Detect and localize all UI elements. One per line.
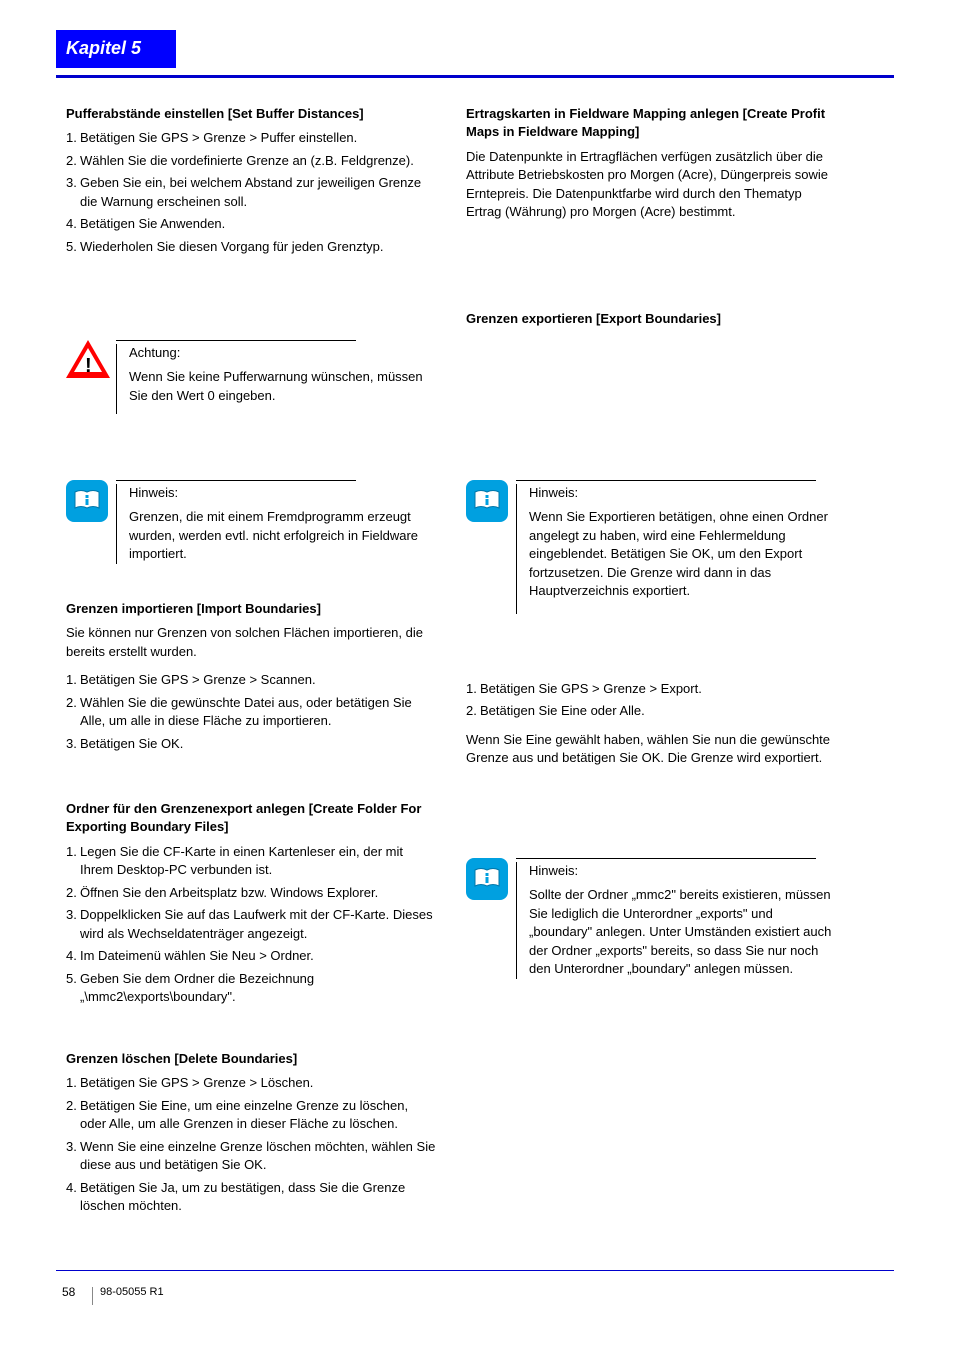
list-item: 2.Wählen Sie die vordefinierte Grenze an…: [66, 152, 436, 170]
list-create-folder: 1.Legen Sie die CF-Karte in einen Karten…: [66, 843, 436, 1007]
import-intro: Sie können nur Grenzen von solchen Fläch…: [66, 624, 436, 661]
note-callout-export: Hinweis: Wenn Sie Exportieren betätigen,…: [466, 480, 836, 614]
section-title-export: Grenzen exportieren [Export Boundaries]: [466, 310, 836, 328]
footer-doc-id: 98-05055 R1: [100, 1285, 164, 1301]
chapter-label: Kapitel 5: [66, 36, 141, 62]
list-export: 1.Betätigen Sie GPS > Grenze > Export. 2…: [466, 680, 836, 721]
section-title-set-buffers: Pufferabstände einstellen [Set Buffer Di…: [66, 105, 436, 123]
section-title-profitmaps: Ertragskarten in Fieldware Mapping anleg…: [466, 105, 836, 142]
list-item: 3.Geben Sie ein, bei welchem Abstand zur…: [66, 174, 436, 211]
book-info-icon: [66, 480, 110, 524]
footer-rule: [56, 1270, 894, 1271]
list-item: 5.Geben Sie dem Ordner die Bezeichnung „…: [66, 970, 436, 1007]
book-info-icon: [466, 858, 510, 902]
list-item: 1.Betätigen Sie GPS > Grenze > Puffer ei…: [66, 129, 436, 147]
list-item: 2.Öffnen Sie den Arbeitsplatz bzw. Windo…: [66, 884, 436, 902]
warning-body: Wenn Sie keine Pufferwarnung wünschen, m…: [129, 368, 436, 405]
book-info-icon: [466, 480, 510, 524]
list-item: 3.Doppelklicken Sie auf das Laufwerk mit…: [66, 906, 436, 943]
warning-triangle-icon: !: [66, 340, 110, 384]
note-heading: Hinweis:: [129, 484, 436, 502]
list-delete: 1.Betätigen Sie GPS > Grenze > Löschen. …: [66, 1074, 436, 1215]
list-item: 2.Betätigen Sie Eine, um eine einzelne G…: [66, 1097, 436, 1134]
note-body: Wenn Sie Exportieren betätigen, ohne ein…: [529, 508, 836, 600]
list-item: 4.Betätigen Sie Anwenden.: [66, 215, 436, 233]
note-heading: Hinweis:: [529, 862, 836, 880]
section-title-create-folder: Ordner für den Grenzenexport anlegen [Cr…: [66, 800, 436, 837]
list-item: 4.Betätigen Sie Ja, um zu bestätigen, da…: [66, 1179, 436, 1216]
warning-heading: Achtung:: [129, 344, 436, 362]
note-body: Sollte der Ordner „mmc2" bereits existie…: [529, 886, 836, 978]
list-item: 1.Legen Sie die CF-Karte in einen Karten…: [66, 843, 436, 880]
list-item: 3.Betätigen Sie OK.: [66, 735, 436, 753]
header-rule: [56, 75, 894, 78]
list-import: 1.Betätigen Sie GPS > Grenze > Scannen. …: [66, 671, 436, 753]
list-item: 4.Im Dateimenü wählen Sie Neu > Ordner.: [66, 947, 436, 965]
list-item: 1.Betätigen Sie GPS > Grenze > Scannen.: [66, 671, 436, 689]
list-item: 1.Betätigen Sie GPS > Grenze > Löschen.: [66, 1074, 436, 1092]
note-body: Grenzen, die mit einem Fremdprogramm erz…: [129, 508, 436, 563]
list-item: 2.Wählen Sie die gewünschte Datei aus, o…: [66, 694, 436, 731]
note-callout-import: Hinweis: Grenzen, die mit einem Fremdpro…: [66, 480, 436, 564]
chapter-badge: Kapitel 5: [56, 30, 176, 68]
warning-callout: ! Achtung: Wenn Sie keine Pufferwarnung …: [66, 340, 436, 414]
note-heading: Hinweis:: [529, 484, 836, 502]
footer-separator: [92, 1287, 93, 1305]
list-item: 3.Wenn Sie eine einzelne Grenze löschen …: [66, 1138, 436, 1175]
section-title-import: Grenzen importieren [Import Boundaries]: [66, 600, 436, 618]
page-number: 58: [62, 1284, 75, 1301]
list-item: 5.Wiederholen Sie diesen Vorgang für jed…: [66, 238, 436, 256]
list-item: 2.Betätigen Sie Eine oder Alle.: [466, 702, 836, 720]
list-item: 1.Betätigen Sie GPS > Grenze > Export.: [466, 680, 836, 698]
section-title-delete: Grenzen löschen [Delete Boundaries]: [66, 1050, 436, 1068]
note-callout-folder: Hinweis: Sollte der Ordner „mmc2" bereit…: [466, 858, 836, 979]
list-set-buffers: 1.Betätigen Sie GPS > Grenze > Puffer ei…: [66, 129, 436, 256]
export-post: Wenn Sie Eine gewählt haben, wählen Sie …: [466, 731, 836, 768]
profitmaps-intro: Die Datenpunkte in Ertragflächen verfüge…: [466, 148, 836, 222]
